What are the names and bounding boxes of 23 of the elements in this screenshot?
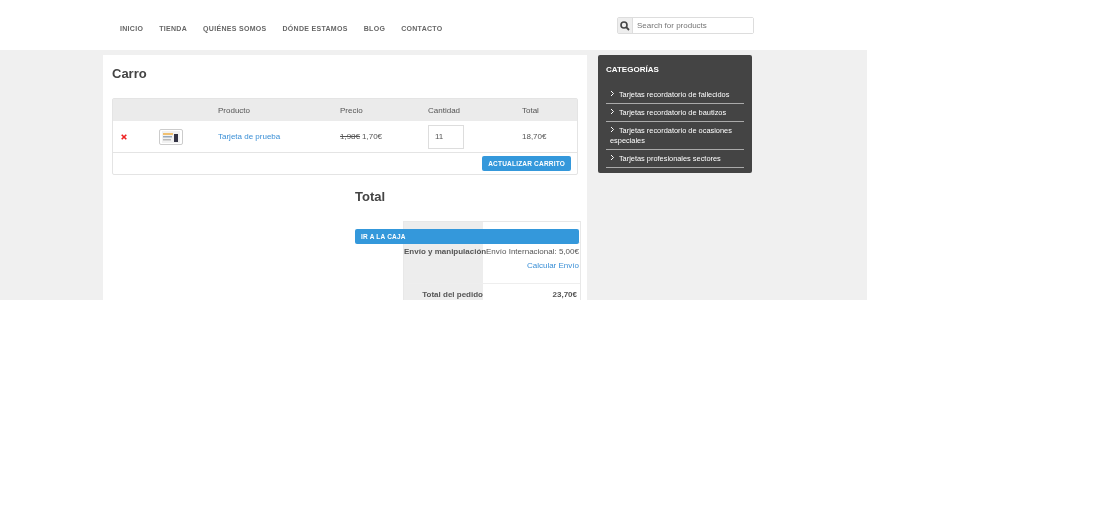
chevron-right-icon	[610, 90, 615, 97]
chevron-right-icon	[610, 153, 615, 161]
totals-label: Total del pedido	[404, 284, 483, 300]
column-header: Cantidad	[428, 105, 462, 115]
product-thumbnail	[159, 128, 183, 145]
chevron-right-icon	[610, 125, 615, 133]
chevron-right-icon	[610, 108, 615, 115]
line-total: 18,70€	[522, 132, 547, 141]
search-field[interactable]: Search for products	[617, 17, 754, 34]
quantity-field[interactable]: 11	[428, 124, 464, 149]
price: 1,70€	[362, 132, 383, 141]
totals-title: Total	[355, 189, 387, 204]
shipping-value: Envío Internacional: 5,00€	[486, 247, 579, 256]
calculate-shipping-link[interactable]: Calcular Envío	[526, 261, 579, 270]
column-header: Precio	[340, 105, 364, 115]
product-link[interactable]: Tarjeta de prueba	[218, 132, 281, 141]
column-header: Producto	[218, 105, 252, 115]
sidebar-title: CATEGORÍAS	[606, 65, 660, 74]
old-price: 1,98€	[340, 132, 361, 141]
column-header: Total	[522, 105, 540, 115]
page-title: Carro	[112, 66, 148, 81]
search-icon	[618, 18, 633, 33]
order-total: 23,70€	[552, 290, 577, 299]
